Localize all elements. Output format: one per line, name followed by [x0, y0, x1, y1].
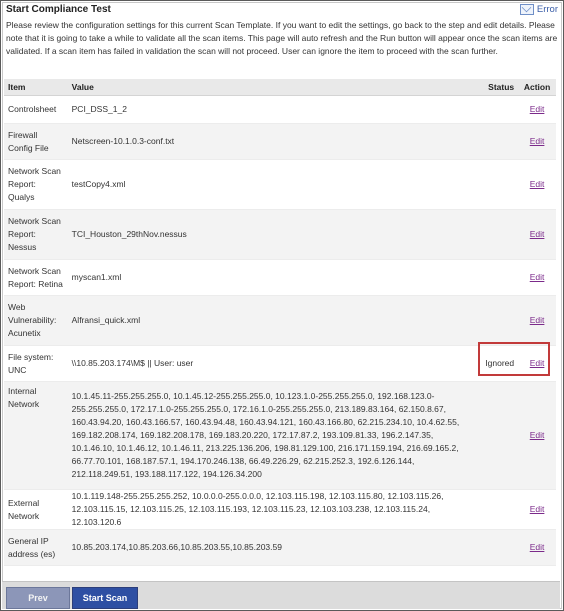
edit-link[interactable]: Edit	[530, 272, 545, 282]
error-label: Error	[536, 4, 558, 15]
table-row: General IP address (es) 10.85.203.174,10…	[4, 529, 556, 566]
table-row: External Network 10.1.119.148-255.255.25…	[4, 489, 556, 530]
edit-link[interactable]: Edit	[530, 179, 545, 189]
row-status	[478, 489, 519, 530]
edit-link[interactable]: Edit	[530, 229, 545, 239]
table-row: Network Scan Report: Retina myscan1.xml …	[4, 259, 556, 296]
row-value: myscan1.xml	[67, 259, 479, 296]
col-item: Item	[4, 79, 68, 96]
table-row: File system: UNC \\10.85.203.174\M$ || U…	[4, 345, 556, 382]
col-action: Action	[518, 79, 556, 96]
edit-link[interactable]: Edit	[530, 104, 545, 114]
row-status	[478, 381, 519, 490]
table-row: Firewall Config File Netscreen-10.1.0.3-…	[4, 123, 556, 160]
row-value: 10.1.45.11-255.255.255.0, 10.1.45.12-255…	[67, 381, 479, 490]
table-row: Controlsheet PCI_DSS_1_2 Edit	[4, 95, 556, 124]
row-item: File system: UNC	[4, 345, 68, 382]
row-status	[478, 159, 519, 210]
row-value: 10.85.203.174,10.85.203.66,10.85.203.55,…	[67, 529, 479, 566]
row-status	[478, 209, 519, 260]
start-scan-button[interactable]: Start Scan	[72, 587, 138, 609]
row-item: External Network	[4, 489, 68, 530]
row-value: testCopy4.xml	[67, 159, 479, 210]
row-value: Netscreen-10.1.0.3-conf.txt	[67, 123, 479, 160]
scan-items-table: Item Value Status Action Controlsheet PC…	[4, 79, 556, 566]
row-item: Internal Network	[4, 381, 68, 490]
row-status	[478, 295, 519, 346]
col-status: Status	[478, 79, 519, 96]
row-value: TCI_Houston_29thNov.nessus	[67, 209, 479, 260]
edit-link[interactable]: Edit	[530, 136, 545, 146]
edit-link[interactable]: Edit	[530, 542, 545, 552]
row-item: Controlsheet	[4, 95, 68, 124]
table-row: Internal Network 10.1.45.11-255.255.255.…	[4, 381, 556, 490]
row-item: Web Vulnerability: Acunetix	[4, 295, 68, 346]
highlight-box	[478, 342, 550, 376]
row-status	[478, 529, 519, 566]
envelope-icon	[519, 4, 534, 15]
table-row: Network Scan Report: Qualys testCopy4.xm…	[4, 159, 556, 210]
table-row: Web Vulnerability: Acunetix Alfransi_qui…	[4, 295, 556, 346]
row-item: General IP address (es)	[4, 529, 68, 566]
row-value: PCI_DSS_1_2	[67, 95, 479, 124]
row-value: Alfransi_quick.xml	[67, 295, 479, 346]
footer-bar: Prev Start Scan	[2, 581, 560, 609]
table-row: Network Scan Report: Nessus TCI_Houston_…	[4, 209, 556, 260]
row-item: Network Scan Report: Retina	[4, 259, 68, 296]
row-status	[478, 95, 519, 124]
prev-button[interactable]: Prev	[6, 587, 70, 609]
edit-link[interactable]: Edit	[530, 430, 545, 440]
col-value: Value	[67, 79, 479, 96]
row-status	[478, 123, 519, 160]
row-value: 10.1.119.148-255.255.255.252, 10.0.0.0-2…	[67, 489, 479, 530]
row-item: Network Scan Report: Qualys	[4, 159, 68, 210]
row-status	[478, 259, 519, 296]
row-item: Network Scan Report: Nessus	[4, 209, 68, 260]
intro-text: Please review the configuration settings…	[6, 20, 558, 56]
row-item: Firewall Config File	[4, 123, 68, 160]
edit-link[interactable]: Edit	[530, 504, 545, 514]
table-header: Item Value Status Action	[4, 79, 556, 96]
row-value: \\10.85.203.174\M$ || User: user	[67, 345, 479, 382]
edit-link[interactable]: Edit	[530, 315, 545, 325]
page-title: Start Compliance Test	[6, 4, 111, 15]
error-link[interactable]: Error	[519, 4, 558, 15]
